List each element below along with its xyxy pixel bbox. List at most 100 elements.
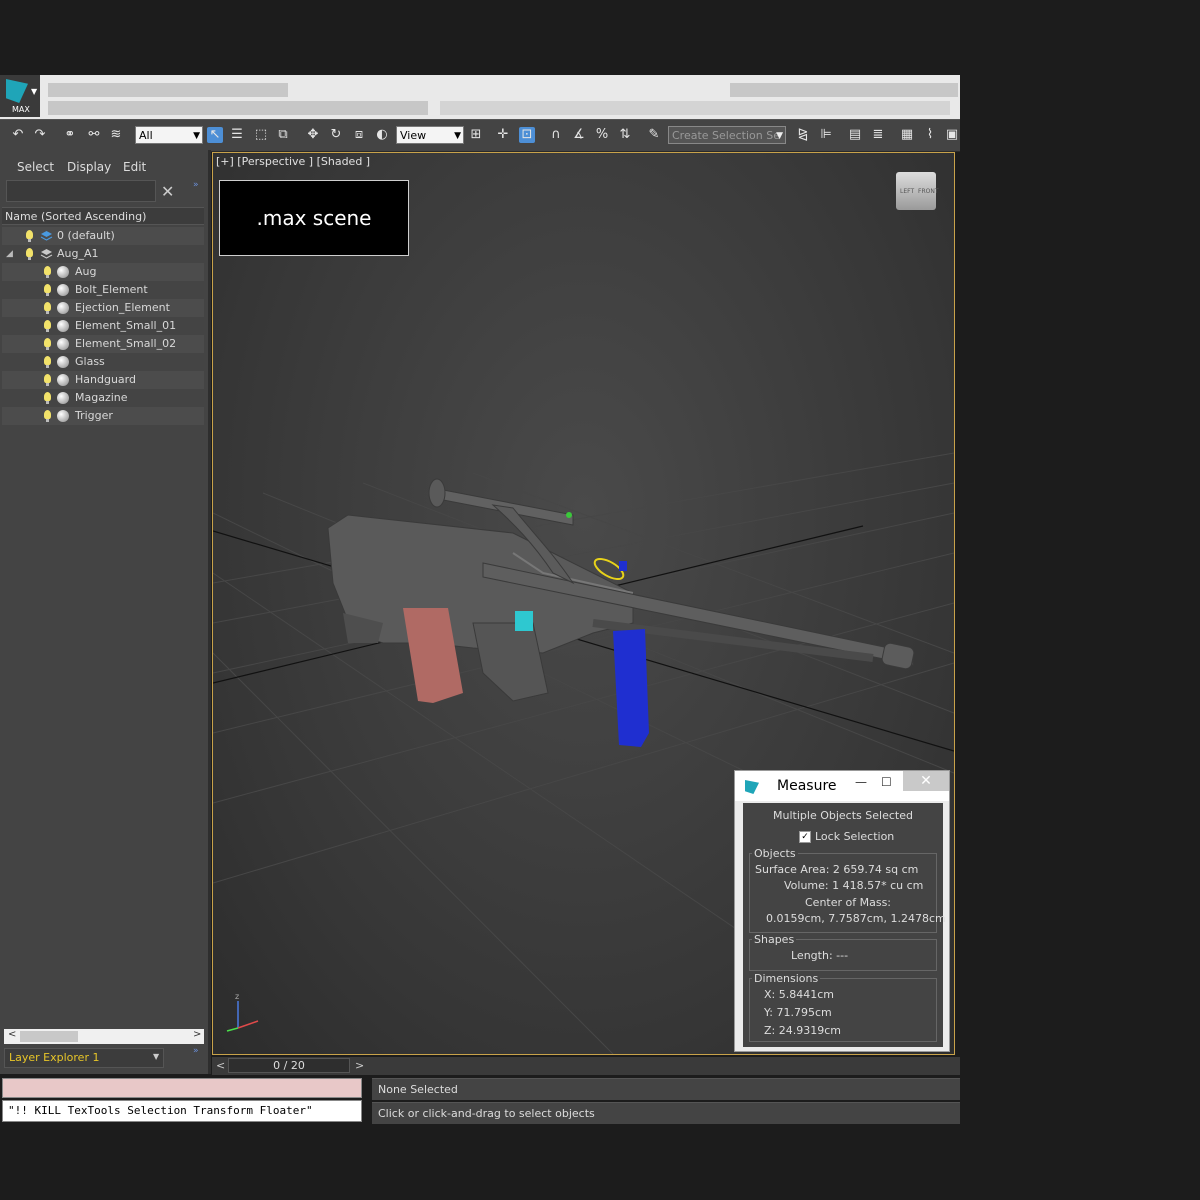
schematic-view-icon[interactable]: ▣ (944, 127, 960, 143)
select-manipulate-icon[interactable]: ✛ (495, 127, 511, 143)
dimension-y: Y: 71.795cm (764, 1006, 832, 1019)
tree-label: Trigger (75, 409, 113, 422)
glass-part (566, 512, 572, 518)
shape-length: Length: --- (791, 949, 849, 962)
curve-editor-icon[interactable]: ⌇ (922, 127, 938, 143)
expand-panel-icon[interactable]: » (193, 180, 199, 190)
scroll-left-icon[interactable]: < (8, 1029, 16, 1040)
max-logo-text: MAX (12, 105, 30, 114)
bind-space-warp-icon[interactable]: ≋ (108, 127, 124, 143)
dimensions-group-title: Dimensions (752, 972, 821, 985)
tree-row-object[interactable]: Aug (2, 263, 204, 281)
maxscript-listener-input[interactable] (2, 1078, 362, 1098)
place-icon[interactable]: ◐ (374, 127, 390, 143)
maxscript-output-line[interactable]: "!! KILL TexTools Selection Transform Fl… (2, 1100, 362, 1122)
visibility-bulb-icon[interactable] (44, 410, 51, 422)
scrollbar-thumb[interactable] (20, 1031, 78, 1042)
axis-tripod: z (226, 992, 259, 1032)
unlink-icon[interactable]: ⚯ (86, 127, 102, 143)
menu-select[interactable]: Select (17, 160, 54, 174)
app-menu-button[interactable]: MAX ▼ (0, 75, 40, 117)
align-icon[interactable]: ⊫ (818, 127, 834, 143)
main-toolbar: ↶ ↷ ⚭ ⚯ ≋ All ▼ ↖ ☰ ⬚ ⧉ ✥ ↻ ⧈ ◐ View ▼ ⊞ ✛… (0, 119, 960, 152)
column-header-name[interactable]: Name (Sorted Ascending) (2, 207, 204, 225)
tree-row-object[interactable]: Trigger (2, 407, 204, 425)
pivot-center-icon[interactable]: ⊞ (468, 127, 484, 143)
tree-label: Aug_A1 (57, 247, 99, 260)
viewcube[interactable]: LEFT FRONT (896, 172, 939, 210)
max-scene-overlay: .max scene (219, 180, 409, 256)
prev-frame-icon[interactable]: < (216, 1059, 225, 1072)
tree-row-object[interactable]: Handguard (2, 371, 204, 389)
object-sphere-icon (57, 410, 69, 422)
maximize-icon[interactable]: ☐ (881, 775, 892, 789)
window-crossing-icon[interactable]: ⧉ (275, 127, 291, 143)
scale-icon[interactable]: ⧈ (351, 127, 367, 143)
lock-selection-checkbox[interactable]: ✓ (799, 831, 811, 843)
visibility-bulb-icon[interactable] (44, 356, 51, 368)
tree-row-layer-default[interactable]: 0 (default) (2, 227, 204, 245)
mirror-icon[interactable]: ⧎ (795, 127, 811, 143)
minimize-icon[interactable]: — (855, 775, 867, 789)
trigger-part (515, 611, 533, 631)
object-sphere-icon (57, 284, 69, 296)
link-icon[interactable]: ⚭ (62, 127, 78, 143)
explorer-name-dropdown[interactable]: Layer Explorer 1 (4, 1048, 164, 1068)
expand-panel-icon[interactable]: » (193, 1046, 199, 1056)
visibility-bulb-icon[interactable] (26, 248, 33, 260)
scene-explorer-toggle-icon[interactable]: ▤ (847, 127, 863, 143)
tree-row-layer-aug-a1[interactable]: ◢ Aug_A1 (2, 245, 204, 263)
tree-label: 0 (default) (57, 229, 115, 242)
layer-explorer-icon[interactable]: ≣ (870, 127, 886, 143)
clear-search-icon[interactable]: ✕ (161, 182, 174, 201)
menu-display[interactable]: Display (67, 160, 111, 174)
measure-dialog-header[interactable]: Measure — ☐ ✕ (735, 771, 949, 801)
visibility-bulb-icon[interactable] (44, 320, 51, 332)
object-sphere-icon (57, 302, 69, 314)
percent-snap-icon[interactable]: % (594, 127, 610, 143)
snaps-toggle-icon[interactable]: ∩ (548, 127, 564, 143)
rect-selection-icon[interactable]: ⬚ (253, 127, 269, 143)
move-icon[interactable]: ✥ (305, 127, 321, 143)
measure-dialog-body: Multiple Objects Selected ✓ Lock Selecti… (743, 803, 946, 1047)
selection-filter-value: All (139, 129, 153, 142)
visibility-bulb-icon[interactable] (44, 284, 51, 296)
tree-row-object[interactable]: Glass (2, 353, 204, 371)
ribbon-icon[interactable]: ▦ (899, 127, 915, 143)
visibility-bulb-icon[interactable] (44, 338, 51, 350)
surface-area: Surface Area: 2 659.74 sq cm (755, 863, 919, 876)
spinner-snap-icon[interactable]: ⇅ (617, 127, 633, 143)
visibility-bulb-icon[interactable] (26, 230, 33, 242)
horizontal-scrollbar[interactable]: < > (4, 1029, 204, 1044)
scroll-right-icon[interactable]: > (193, 1029, 201, 1040)
tree-row-object[interactable]: Bolt_Element (2, 281, 204, 299)
tree-row-object[interactable]: Magazine (2, 389, 204, 407)
reference-coord-dropdown[interactable]: View ▼ (396, 126, 464, 144)
title-bar (0, 75, 960, 119)
select-by-name-icon[interactable]: ☰ (229, 127, 245, 143)
redo-icon[interactable]: ↷ (32, 127, 48, 143)
viewport-label-menu[interactable]: [+] [Perspective ] [Shaded ] (216, 155, 370, 168)
visibility-bulb-icon[interactable] (44, 392, 51, 404)
tree-row-object[interactable]: Element_Small_02 (2, 335, 204, 353)
menu-edit[interactable]: Edit (123, 160, 146, 174)
scene-search-input[interactable] (6, 180, 156, 202)
select-object-icon[interactable]: ↖ (207, 127, 223, 143)
collapse-arrow-icon[interactable]: ◢ (6, 245, 13, 263)
visibility-bulb-icon[interactable] (44, 374, 51, 386)
next-frame-icon[interactable]: > (355, 1059, 364, 1072)
tree-row-object[interactable]: Element_Small_01 (2, 317, 204, 335)
close-icon[interactable]: ✕ (903, 771, 949, 791)
time-slider-thumb[interactable]: 0 / 20 (228, 1058, 350, 1073)
tree-row-object[interactable]: Ejection_Element (2, 299, 204, 317)
visibility-bulb-icon[interactable] (44, 302, 51, 314)
named-selection-set-dropdown[interactable]: Create Selection Se ▼ (668, 126, 786, 144)
undo-icon[interactable]: ↶ (10, 127, 26, 143)
edit-named-selection-icon[interactable]: ✎ (646, 127, 662, 143)
selection-filter-dropdown[interactable]: All ▼ (135, 126, 203, 144)
chevron-down-icon[interactable]: ▼ (153, 1052, 159, 1061)
angle-snap-icon[interactable]: ∡ (571, 127, 587, 143)
rotate-icon[interactable]: ↻ (328, 127, 344, 143)
visibility-bulb-icon[interactable] (44, 266, 51, 278)
keyboard-shortcut-icon[interactable]: ⊡ (519, 127, 535, 143)
